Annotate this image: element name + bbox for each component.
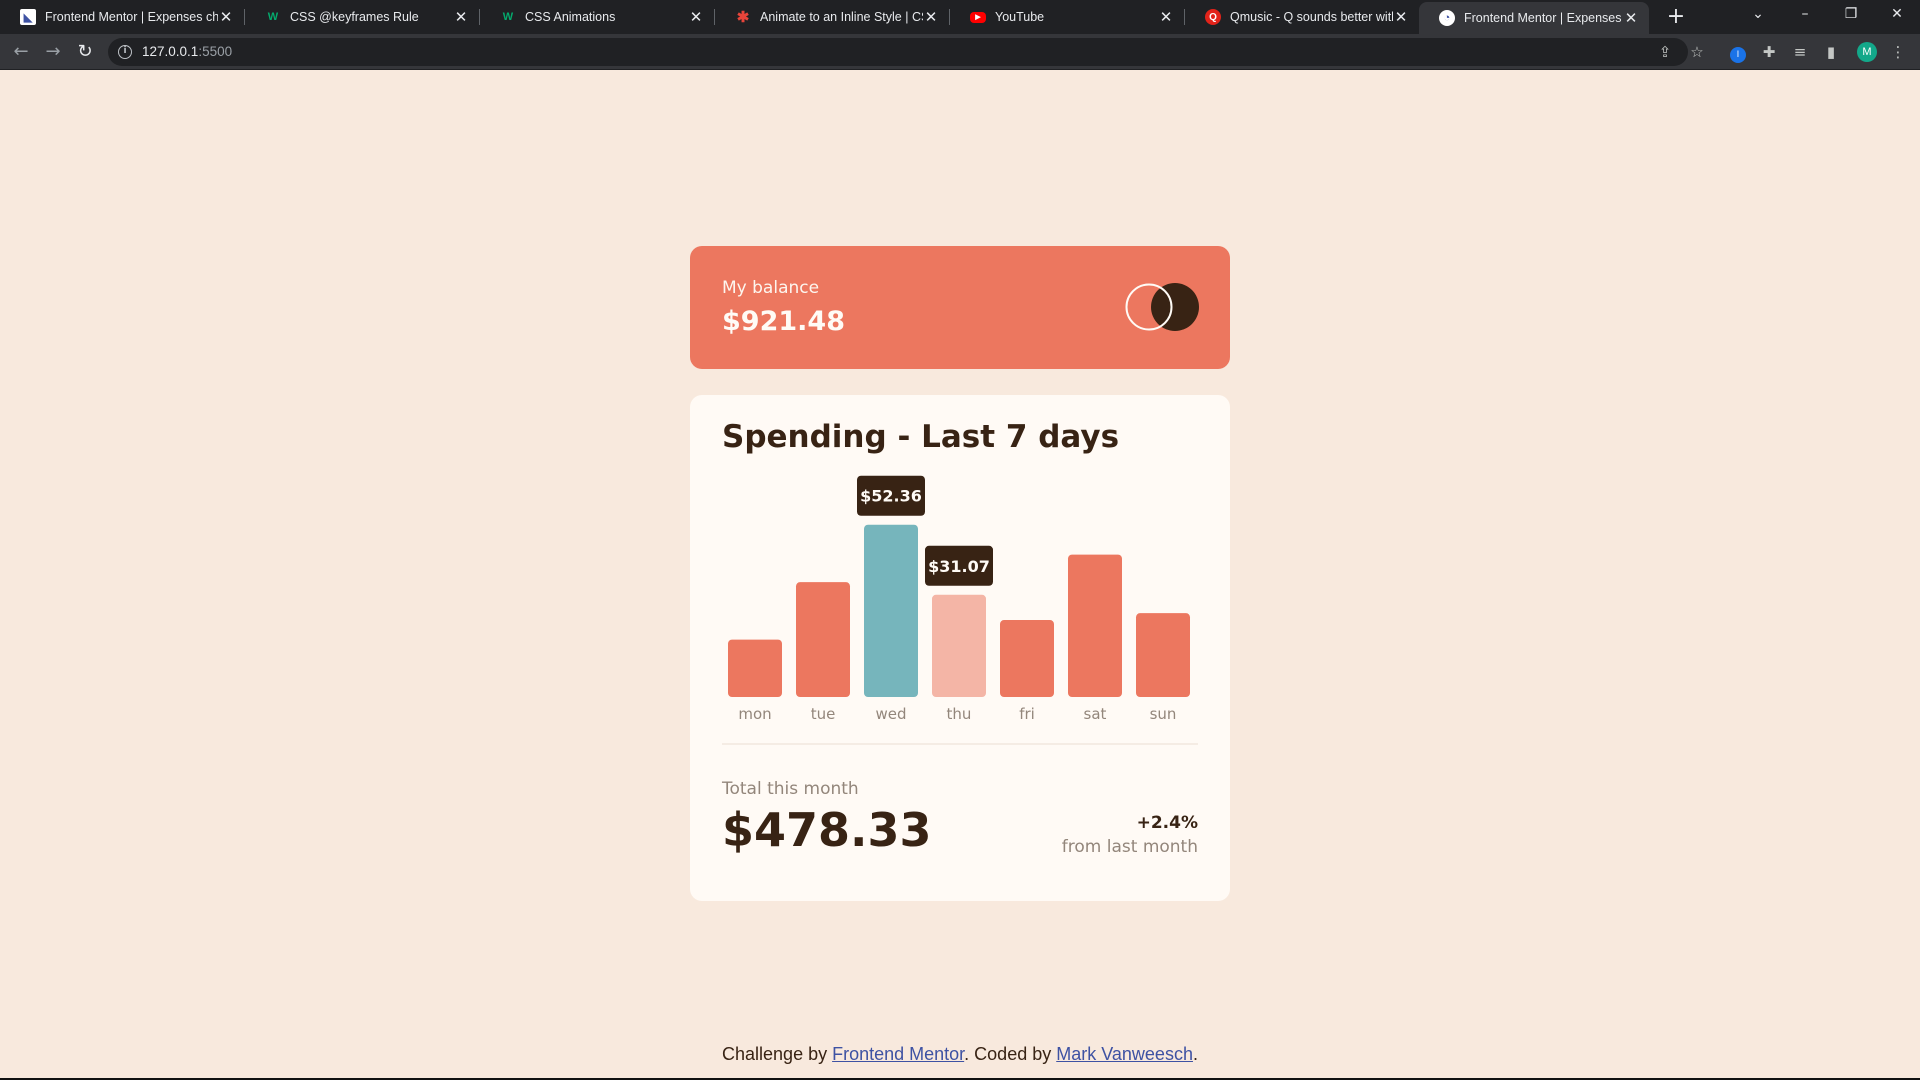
chart-bar-wed[interactable] <box>864 524 918 697</box>
chart-bar-sat[interactable] <box>1068 554 1122 697</box>
tab-title: CSS @keyframes Rule <box>290 10 419 24</box>
tab-search-icon[interactable]: ⌄ <box>1735 0 1781 30</box>
chart-label-fri: fri <box>1019 705 1035 723</box>
tab-title: Animate to an Inline Style | CSS-Tricks <box>760 10 923 24</box>
qmusic-icon: Q <box>1205 9 1221 25</box>
restore-button[interactable]: ❐ <box>1828 0 1874 30</box>
chart-label-wed: wed <box>875 705 906 723</box>
minimize-button[interactable]: – <box>1782 0 1828 30</box>
url-text: 127.0.0.1:5500 <box>142 44 233 59</box>
profile-avatar[interactable]: M <box>1857 42 1877 62</box>
close-icon[interactable]: ✕ <box>923 8 939 26</box>
browser-toolbar: ← → ↻ i 127.0.0.1:5500 ⇪ ☆ ⏽ ✚ ≡ ▮ M ⋮ <box>0 34 1920 70</box>
tab-2[interactable]: W CSS Animations ✕ <box>480 0 714 34</box>
chart-bar-tue[interactable] <box>796 582 850 697</box>
frontend-mentor-icon: ◔ <box>1439 10 1455 26</box>
chart-label-sat: sat <box>1084 705 1107 723</box>
forward-button[interactable]: → <box>39 38 67 66</box>
tab-5[interactable]: Q Qmusic - Q sounds better with you ✕ <box>1185 0 1419 34</box>
chart-label-sun: sun <box>1150 705 1177 723</box>
chart-label-tue: tue <box>811 705 836 723</box>
side-panel-icon[interactable]: ▮ <box>1822 43 1840 61</box>
extensions-icon[interactable]: ✚ <box>1760 43 1778 61</box>
chart-bar-fri[interactable] <box>1000 620 1054 697</box>
tab-0[interactable]: ◣ Frontend Mentor | Expenses chart compo… <box>0 0 244 34</box>
tab-strip: ◣ Frontend Mentor | Expenses chart compo… <box>0 0 1920 34</box>
tab-4[interactable]: ▶ YouTube ✕ <box>950 0 1184 34</box>
new-tab-button[interactable]: + <box>1663 4 1689 30</box>
address-bar[interactable]: i 127.0.0.1:5500 ⇪ <box>108 38 1688 66</box>
tab-3[interactable]: ✱ Animate to an Inline Style | CSS-Trick… <box>715 0 949 34</box>
info-icon[interactable]: i <box>118 45 132 59</box>
close-icon[interactable]: ✕ <box>453 8 469 26</box>
share-icon[interactable]: ⇪ <box>1656 43 1674 61</box>
logo-icon <box>1125 283 1199 331</box>
tab-title: Frontend Mentor | Expenses chart compone… <box>45 10 218 24</box>
attribution: Challenge by Frontend Mentor. Coded by M… <box>722 1044 1198 1064</box>
reload-button[interactable]: ↻ <box>71 38 99 66</box>
tab-title: Frontend Mentor | Expenses chart compone… <box>1464 11 1623 25</box>
close-icon[interactable]: ✕ <box>1393 8 1409 26</box>
w3schools-icon: W <box>267 11 279 23</box>
frontend-mentor-icon: ◣ <box>20 9 36 25</box>
close-icon[interactable]: ✕ <box>218 8 234 26</box>
close-icon[interactable]: ✕ <box>688 8 704 26</box>
close-window-button[interactable]: ✕ <box>1874 0 1920 30</box>
change-label: from last month <box>1061 837 1198 857</box>
frontend-mentor-link[interactable]: Frontend Mentor <box>832 1044 964 1064</box>
menu-icon[interactable]: ⋮ <box>1889 43 1907 61</box>
youtube-icon: ▶ <box>970 11 986 23</box>
chart-label-mon: mon <box>738 705 771 723</box>
media-control-icon[interactable]: ≡ <box>1791 43 1809 61</box>
total-label: Total this month <box>722 779 859 799</box>
chart-bar-mon[interactable] <box>728 639 782 697</box>
chart-bar-thu[interactable] <box>932 594 986 697</box>
css-tricks-icon: ✱ <box>736 9 750 26</box>
tab-1[interactable]: W CSS @keyframes Rule ✕ <box>245 0 479 34</box>
bookmark-star-icon[interactable]: ☆ <box>1688 43 1706 61</box>
chart-bar-sun[interactable] <box>1136 613 1190 697</box>
chart-label-thu: thu <box>947 705 972 723</box>
change-percent: +2.4% <box>1136 813 1198 833</box>
balance-label: My balance <box>722 278 820 298</box>
tab-6-active[interactable]: ◔ Frontend Mentor | Expenses chart compo… <box>1419 2 1649 34</box>
tab-title: YouTube <box>995 10 1045 24</box>
balance-value: $921.48 <box>722 306 845 337</box>
spending-chart: mon tue wed thu fri sat sun $52.36 $31.07 <box>728 475 1190 723</box>
author-link[interactable]: Mark Vanweesch <box>1056 1044 1193 1064</box>
tab-title: CSS Animations <box>525 10 616 24</box>
close-icon[interactable]: ✕ <box>1623 9 1639 27</box>
tab-title: Qmusic - Q sounds better with you <box>1230 10 1393 24</box>
spending-card: Spending - Last 7 days mon tue wed thu fri sa… <box>690 395 1230 901</box>
w3schools-icon: W <box>502 11 514 23</box>
password-manager-icon[interactable]: ⏽ <box>1729 43 1747 63</box>
close-icon[interactable]: ✕ <box>1158 8 1174 26</box>
back-button[interactable]: ← <box>7 38 35 66</box>
chart-tooltip-label-thu: $31.07 <box>928 557 990 576</box>
divider <box>722 743 1198 745</box>
total-value: $478.33 <box>722 803 932 857</box>
chart-tooltip-label-wed: $52.36 <box>860 487 922 506</box>
balance-card: My balance $921.48 <box>690 246 1230 369</box>
